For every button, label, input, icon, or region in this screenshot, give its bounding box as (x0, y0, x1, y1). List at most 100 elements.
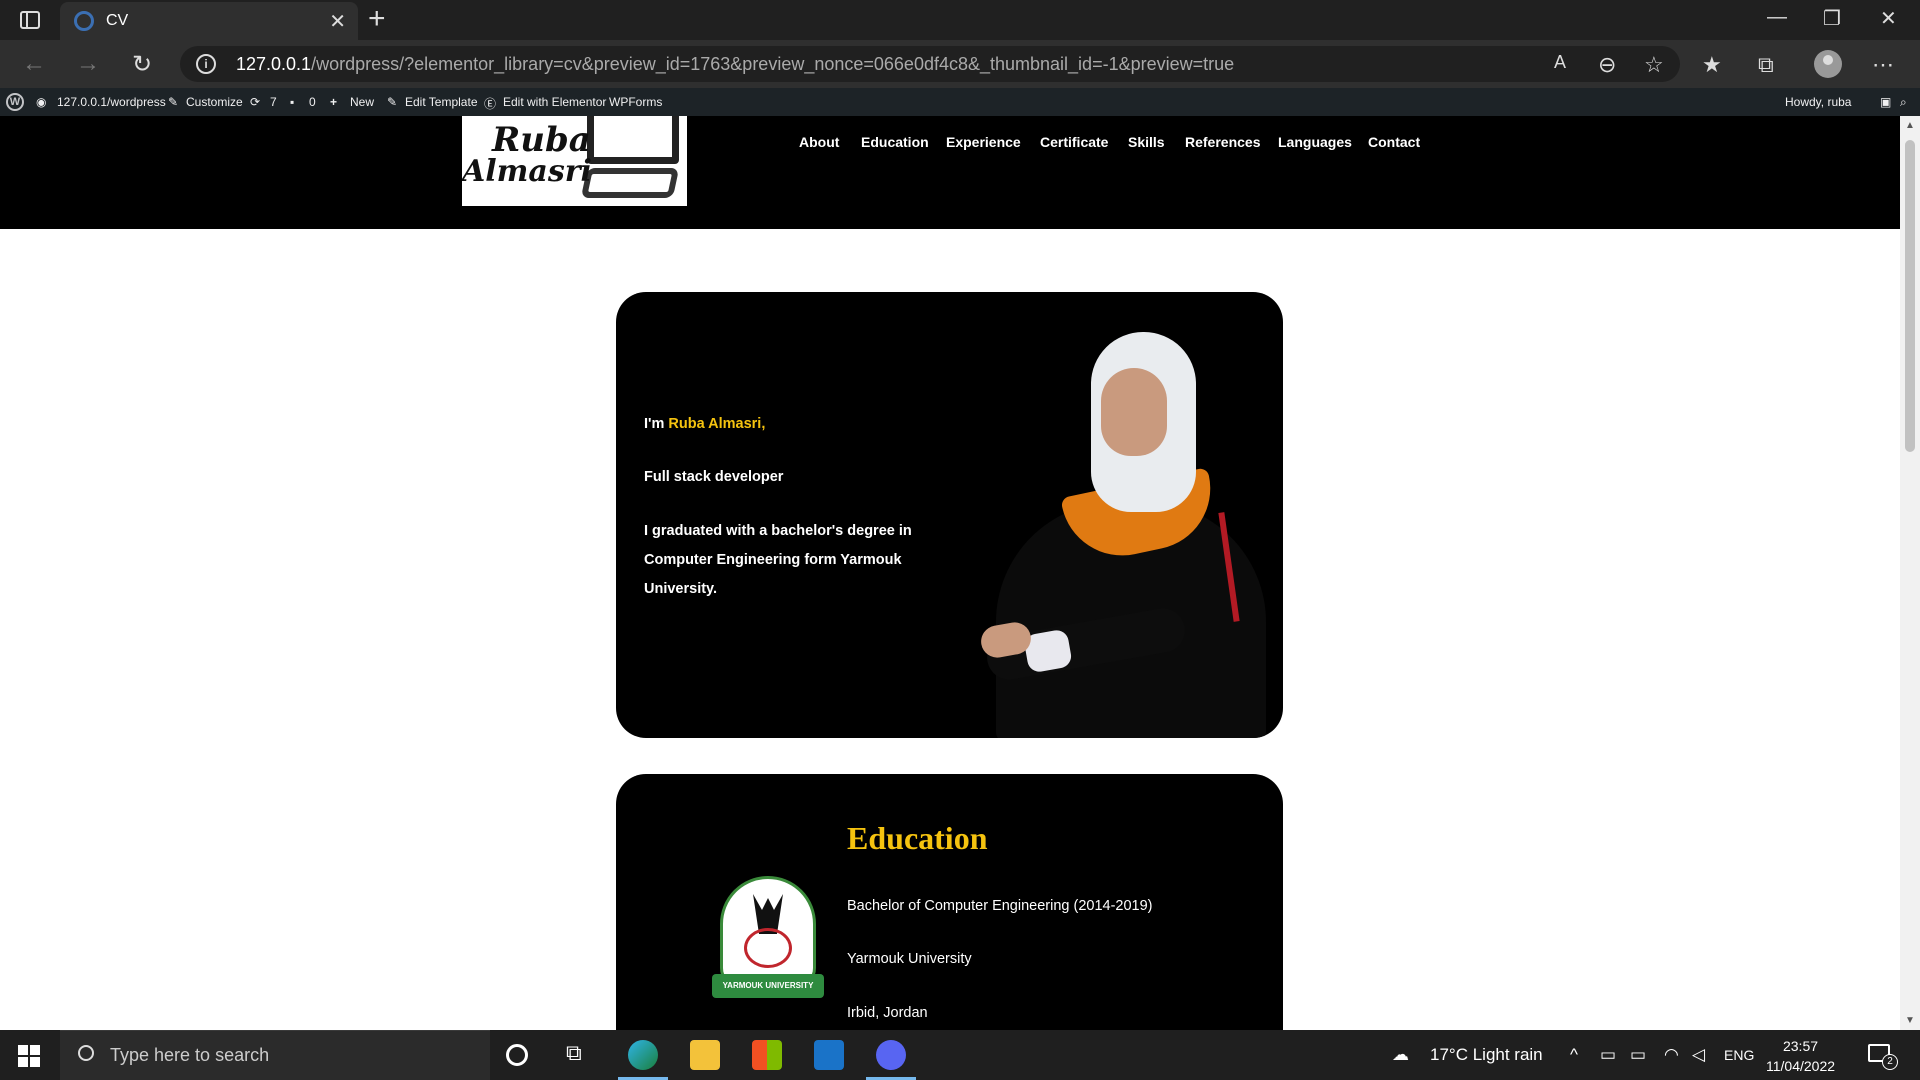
tab-favicon-icon (74, 11, 94, 31)
url-text[interactable]: 127.0.0.1/wordpress/?elementor_library=c… (236, 54, 1234, 75)
menu-references[interactable]: References (1185, 134, 1261, 150)
tray-chevron-icon[interactable]: ^ (1570, 1045, 1578, 1065)
tab-actions-icon[interactable] (20, 11, 40, 29)
hero-bio-3: University. (644, 581, 718, 597)
volume-icon[interactable]: ◁ (1692, 1045, 1705, 1065)
zoom-icon[interactable]: ⊖ (1598, 52, 1616, 78)
updates-icon: ⟳ (250, 95, 261, 109)
taskbar-search[interactable]: Type here to search (60, 1030, 490, 1080)
menu-certificate[interactable]: Certificate (1040, 134, 1108, 150)
menu-experience[interactable]: Experience (946, 134, 1021, 150)
clock-date: 11/04/2022 (1766, 1058, 1836, 1074)
notifications-icon[interactable]: 2 (1868, 1044, 1898, 1070)
profile-photo (976, 332, 1266, 738)
menu-contact[interactable]: Contact (1368, 134, 1420, 150)
dashboard-icon: ◉ (36, 95, 47, 109)
wp-admin-bar: W ◉ 127.0.0.1/wordpress ✎ Customize ⟳ 7 … (0, 88, 1920, 116)
back-icon[interactable]: ← (22, 50, 46, 78)
elementor-icon: Ⓔ (484, 97, 497, 111)
hero-role: Full stack developer (644, 469, 784, 485)
address-bar[interactable]: i 127.0.0.1/wordpress/?elementor_library… (180, 46, 1680, 82)
close-window-icon[interactable]: ✕ (1880, 6, 1897, 31)
close-tab-icon[interactable]: ✕ (329, 9, 346, 34)
address-toolbar: ← → ↻ i 127.0.0.1/wordpress/?elementor_l… (0, 40, 1920, 88)
menu-languages[interactable]: Languages (1278, 134, 1352, 150)
menu-about[interactable]: About (799, 134, 839, 150)
clock-time: 23:57 (1782, 1038, 1819, 1054)
tab-title: CV (106, 12, 129, 29)
discord-icon[interactable] (876, 1040, 906, 1070)
logo-keyboard-graphic (580, 168, 680, 198)
scroll-down-icon[interactable]: ▼ (1905, 1015, 1915, 1026)
pencil-icon: ✎ (387, 95, 398, 109)
collections-icon[interactable]: ⧉ (1758, 52, 1774, 78)
site-info-icon[interactable]: i (196, 54, 216, 74)
mail-icon[interactable] (814, 1040, 844, 1070)
education-heading: Education (847, 820, 988, 856)
admin-site-link[interactable]: 127.0.0.1/wordpress (57, 95, 166, 109)
admin-search-icon[interactable]: ⌕ (1900, 95, 1907, 110)
search-icon (78, 1045, 94, 1061)
wifi-icon[interactable]: ◠ (1664, 1045, 1679, 1065)
tab-cv[interactable]: CV ✕ (60, 2, 358, 40)
edit-template-link[interactable]: Edit Template (405, 95, 478, 109)
meet-now-icon[interactable]: ▭ (1600, 1045, 1616, 1065)
profile-avatar[interactable] (1814, 50, 1842, 78)
menu-education[interactable]: Education (861, 134, 929, 150)
logo-line-2: Almasri (462, 154, 592, 189)
customize-link[interactable]: Customize (186, 95, 243, 109)
education-card: Education YARMOUK UNIVERSITY Bachelor of… (616, 774, 1283, 1030)
language-indicator[interactable]: ENG (1724, 1047, 1754, 1063)
menu-skills[interactable]: Skills (1128, 134, 1165, 150)
windows-taskbar: Type here to search ⧉ ☁ 17°C Light rain … (0, 1030, 1920, 1080)
about-card: I'm Ruba Almasri, Full stack developer I… (616, 292, 1283, 738)
logo-monitor-graphic (587, 116, 679, 164)
more-menu-icon[interactable]: ⋯ (1872, 52, 1894, 78)
education-degree: Bachelor of Computer Engineering (2014-2… (847, 898, 1153, 914)
hero-bio-2: Computer Engineering form Yarmouk (644, 552, 902, 568)
edit-elementor-link[interactable]: Edit with Elementor (503, 95, 606, 109)
scroll-thumb[interactable] (1905, 140, 1915, 452)
admin-avatar-icon[interactable]: ▣ (1880, 95, 1891, 109)
wpforms-link[interactable]: WPForms (609, 95, 662, 109)
forward-icon[interactable]: → (76, 50, 100, 78)
intro-line: I'm Ruba Almasri, (644, 416, 766, 432)
comments-icon: ▪ (290, 95, 295, 109)
site-logo[interactable]: Ruba Almasri (462, 116, 687, 206)
minimize-icon[interactable]: — (1767, 6, 1787, 29)
reload-icon[interactable]: ↻ (132, 50, 152, 79)
taskbar-clock[interactable]: 23:57 11/04/2022 (1766, 1036, 1835, 1076)
notifications-count: 2 (1882, 1054, 1898, 1070)
comments-count[interactable]: 0 (309, 95, 316, 109)
task-view-icon[interactable]: ⧉ (566, 1040, 596, 1070)
cortana-icon[interactable] (506, 1044, 528, 1066)
restore-icon[interactable]: ❐ (1823, 6, 1841, 31)
favorites-icon[interactable]: ★ (1702, 52, 1722, 78)
weather-icon[interactable]: ☁ (1392, 1045, 1409, 1065)
browser-tab-bar: CV ✕ + — ❐ ✕ (0, 0, 1920, 40)
howdy-link[interactable]: Howdy, ruba (1785, 95, 1851, 109)
brush-icon: ✎ (168, 95, 179, 109)
yarmouk-university-logo: YARMOUK UNIVERSITY (712, 876, 824, 1004)
hero-name: Ruba Almasri, (668, 416, 766, 432)
scroll-up-icon[interactable]: ▲ (1905, 120, 1915, 131)
hero-bio-1: I graduated with a bachelor's degree in (644, 523, 912, 539)
education-university: Yarmouk University (847, 951, 972, 967)
education-location: Irbid, Jordan (847, 1005, 928, 1021)
store-icon[interactable] (752, 1040, 782, 1070)
add-favorite-icon[interactable]: ☆ (1644, 52, 1664, 78)
read-aloud-icon[interactable]: A (1554, 52, 1566, 73)
weather-text[interactable]: 17°C Light rain (1430, 1045, 1543, 1065)
new-link[interactable]: New (350, 95, 374, 109)
new-tab-button[interactable]: + (368, 2, 386, 36)
page-scrollbar[interactable]: ▲ ▼ (1900, 116, 1920, 1030)
edge-icon[interactable] (628, 1040, 658, 1070)
updates-count[interactable]: 7 (270, 95, 277, 109)
page-viewport: Ruba Almasri About Education Experience … (0, 116, 1900, 1030)
plus-icon: + (330, 95, 338, 109)
search-placeholder: Type here to search (110, 1045, 270, 1065)
wordpress-icon[interactable]: W (6, 93, 24, 111)
file-explorer-icon[interactable] (690, 1040, 720, 1070)
battery-icon[interactable]: ▭ (1630, 1045, 1646, 1065)
windows-start-icon[interactable] (18, 1045, 40, 1067)
